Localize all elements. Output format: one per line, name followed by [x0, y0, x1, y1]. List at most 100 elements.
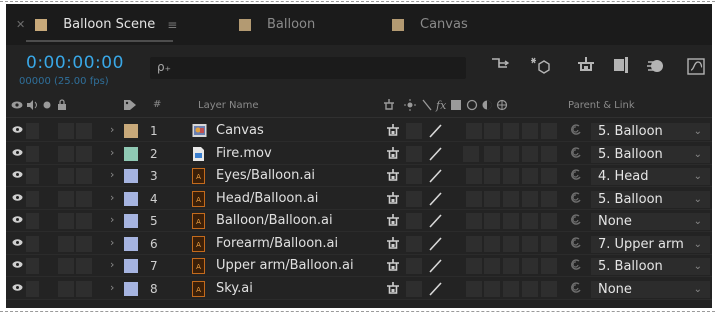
- parent-dropdown[interactable]: None ⌄: [591, 280, 710, 298]
- pick-whip-icon[interactable]: [569, 258, 583, 276]
- 3d-layer-switch[interactable]: [541, 190, 557, 207]
- pick-whip-icon[interactable]: [569, 281, 583, 299]
- solo-switch[interactable]: [58, 190, 74, 207]
- eye-icon[interactable]: [11, 100, 23, 113]
- eye-icon[interactable]: [12, 215, 23, 226]
- frame-blend-switch[interactable]: [484, 123, 500, 139]
- eye-icon[interactable]: [12, 283, 23, 294]
- pick-whip-icon[interactable]: [569, 168, 583, 186]
- motion-blur-switch[interactable]: [503, 235, 519, 252]
- collapse-switch[interactable]: [406, 168, 422, 184]
- parent-dropdown[interactable]: None ⌄: [591, 213, 710, 230]
- frame-blend-switch[interactable]: [484, 145, 500, 162]
- tab-canvas[interactable]: Canvas: [392, 4, 468, 45]
- solo-icon[interactable]: [42, 100, 52, 113]
- layer-row[interactable]: › 6 A Forearm/Balloon.ai 7. Upper arm ⌄: [6, 233, 712, 255]
- layer-label-color[interactable]: [124, 281, 138, 296]
- collapse-switch[interactable]: [406, 190, 422, 207]
- lock-switch[interactable]: [76, 168, 92, 184]
- audio-switch[interactable]: [26, 235, 39, 252]
- shy-switch-icon[interactable]: [384, 236, 402, 252]
- layer-row[interactable]: › 5 A Balloon/Balloon.ai None ⌄: [6, 210, 712, 232]
- parent-dropdown[interactable]: 5. Balloon ⌄: [591, 190, 710, 208]
- effect-switch[interactable]: [466, 258, 482, 274]
- adjustment-switch[interactable]: [522, 123, 538, 139]
- audio-switch[interactable]: [26, 123, 39, 139]
- collapse-switch[interactable]: [406, 258, 422, 274]
- shy-switch-icon[interactable]: [384, 146, 402, 162]
- motion-blur-switch[interactable]: [503, 190, 519, 207]
- adjustment-switch[interactable]: [522, 190, 538, 207]
- eye-icon[interactable]: [12, 193, 23, 204]
- layer-name[interactable]: Sky.ai: [216, 281, 253, 296]
- pick-whip-icon[interactable]: [569, 191, 583, 209]
- eye-icon[interactable]: [12, 170, 23, 181]
- 3d-layer-switch[interactable]: [541, 258, 557, 274]
- lock-icon[interactable]: [57, 99, 67, 114]
- current-time-display[interactable]: 0:00:00:00: [26, 53, 124, 73]
- layer-name[interactable]: Balloon/Balloon.ai: [216, 213, 333, 228]
- motion-blur-switch[interactable]: [503, 213, 519, 229]
- shy-switch-icon[interactable]: [384, 258, 402, 274]
- solo-switch[interactable]: [58, 168, 74, 184]
- adjustment-switch[interactable]: [522, 280, 538, 297]
- parent-dropdown[interactable]: 5. Balloon ⌄: [591, 123, 710, 140]
- motion-blur-switch[interactable]: [503, 123, 519, 139]
- effect-switch[interactable]: [463, 145, 479, 162]
- layer-row[interactable]: › 2 Fire.mov 5. Balloon ⌄: [6, 143, 712, 165]
- audio-switch[interactable]: [26, 190, 39, 207]
- chevron-right-icon[interactable]: ›: [110, 191, 114, 204]
- effect-switch[interactable]: [466, 280, 482, 297]
- graph-editor-icon[interactable]: [686, 56, 706, 81]
- quality-switch-icon[interactable]: [426, 191, 446, 207]
- solo-switch[interactable]: [58, 213, 74, 229]
- lock-switch[interactable]: [76, 145, 92, 162]
- layer-row[interactable]: › 8 A Sky.ai None ⌄: [6, 278, 712, 300]
- layer-label-color[interactable]: [124, 236, 138, 251]
- motion-blur-switch[interactable]: [503, 168, 519, 184]
- effect-switch[interactable]: [466, 190, 482, 207]
- pick-whip-icon[interactable]: [569, 213, 583, 231]
- parent-dropdown[interactable]: 5. Balloon ⌄: [591, 258, 710, 275]
- chevron-right-icon[interactable]: ›: [110, 281, 114, 294]
- layer-label-color[interactable]: [124, 124, 138, 138]
- parent-dropdown[interactable]: 4. Head ⌄: [591, 168, 710, 185]
- solo-switch[interactable]: [58, 123, 74, 139]
- chevron-right-icon[interactable]: ›: [110, 213, 114, 226]
- shy-switch-icon[interactable]: [384, 168, 402, 184]
- adjustment-switch[interactable]: [522, 213, 538, 229]
- shy-switch-icon[interactable]: [384, 281, 402, 297]
- 3d-layer-switch[interactable]: [541, 168, 557, 184]
- motion-blur-switch[interactable]: [503, 258, 519, 274]
- solo-switch[interactable]: [58, 258, 74, 274]
- collapse-switch[interactable]: [406, 145, 422, 162]
- motion-blur-switch[interactable]: [503, 145, 519, 162]
- shy-switch-icon[interactable]: [384, 191, 402, 207]
- frame-blend-switch[interactable]: [484, 168, 500, 184]
- frame-blend-switch[interactable]: [484, 190, 500, 207]
- effect-switch[interactable]: [466, 235, 482, 252]
- layer-name[interactable]: Eyes/Balloon.ai: [216, 168, 315, 183]
- solo-switch[interactable]: [58, 145, 74, 162]
- collapse-switch[interactable]: [406, 280, 422, 297]
- lock-switch[interactable]: [76, 258, 92, 274]
- pick-whip-icon[interactable]: [569, 146, 583, 164]
- eye-icon[interactable]: [12, 238, 23, 249]
- lock-switch[interactable]: [76, 213, 92, 229]
- effect-switch[interactable]: [466, 213, 482, 229]
- solo-switch[interactable]: [58, 235, 74, 252]
- collapse-switch[interactable]: [406, 213, 422, 229]
- motion-blur-icon[interactable]: [646, 56, 666, 81]
- label-tag-icon[interactable]: [123, 99, 137, 114]
- layer-search-input[interactable]: ρ₊: [150, 57, 466, 79]
- parent-link-header[interactable]: Parent & Link: [568, 100, 635, 111]
- 3d-layer-switch[interactable]: [541, 213, 557, 229]
- 3d-layer-switch[interactable]: [541, 280, 557, 297]
- pick-whip-icon[interactable]: [569, 123, 583, 141]
- eye-icon[interactable]: [12, 260, 23, 271]
- audio-switch[interactable]: [26, 213, 39, 229]
- lock-switch[interactable]: [76, 190, 92, 207]
- layer-name[interactable]: Upper arm/Balloon.ai: [216, 258, 354, 273]
- chevron-right-icon[interactable]: ›: [110, 123, 114, 136]
- layer-row[interactable]: › 4 A Head/Balloon.ai 5. Balloon ⌄: [6, 188, 712, 210]
